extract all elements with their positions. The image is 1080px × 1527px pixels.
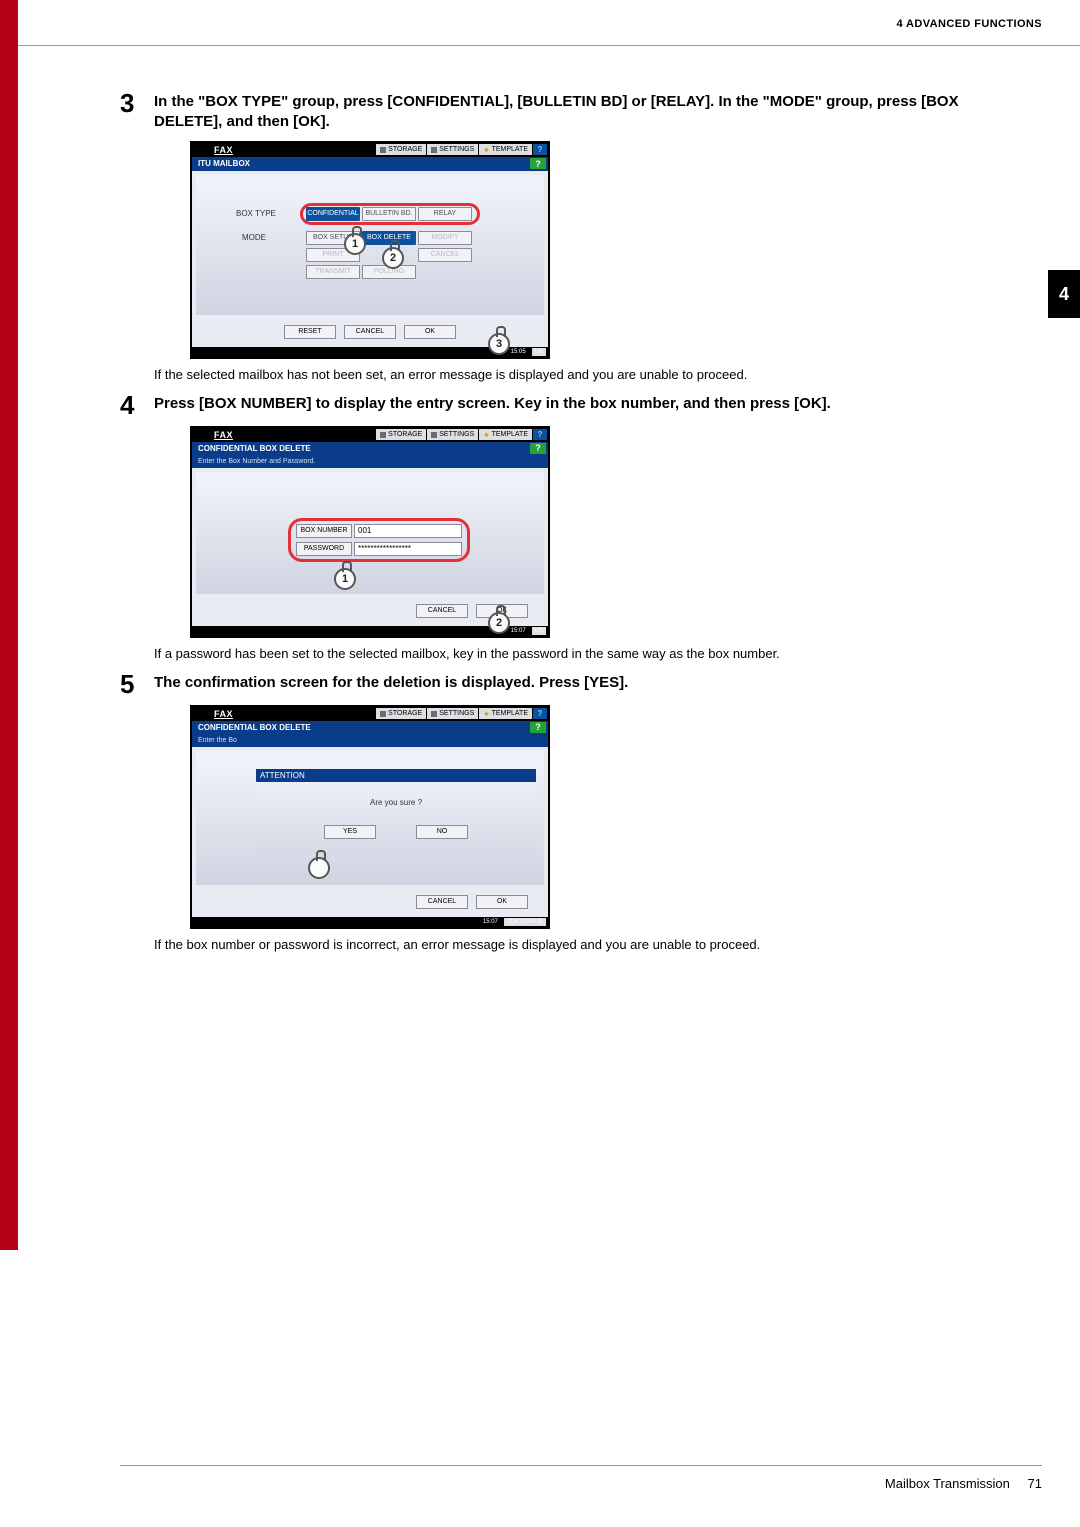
confidential-button[interactable]: CONFIDENTIAL: [306, 207, 360, 221]
step-number: 5: [120, 671, 154, 697]
footer-section: Mailbox Transmission: [885, 1476, 1010, 1491]
step-3: 3 In the "BOX TYPE" group, press [CONFID…: [120, 90, 1010, 133]
cancel-button[interactable]: CANCEL: [416, 895, 468, 909]
green-help-button[interactable]: ?: [530, 722, 546, 733]
settings-icon: [431, 147, 437, 153]
settings-button[interactable]: SETTINGS: [427, 144, 478, 155]
step-number: 4: [120, 392, 154, 418]
subtitle: ITU MAILBOX: [198, 159, 250, 168]
footer-time: 15:07: [511, 628, 526, 634]
transmit-button[interactable]: TRANSMIT: [306, 265, 360, 279]
step-title: The confirmation screen for the deletion…: [154, 671, 628, 693]
storage-icon: [380, 147, 386, 153]
star-icon: ★: [483, 710, 489, 718]
box-number-button[interactable]: BOX NUMBER: [296, 524, 352, 538]
footer-page: 71: [1028, 1476, 1042, 1491]
help-button[interactable]: ?: [533, 144, 547, 155]
screenshot-3: FAX STORAGE SETTINGS ★TEMPLATE ? CONFIDE…: [190, 705, 550, 929]
storage-button[interactable]: STORAGE: [376, 429, 426, 440]
step-4: 4 Press [BOX NUMBER] to display the entr…: [120, 392, 1010, 418]
step-number: 3: [120, 90, 154, 116]
chapter-tab: 4: [1048, 270, 1080, 318]
settings-icon: [431, 711, 437, 717]
marker-yes: [308, 857, 330, 879]
footer-time: 15:07: [483, 919, 498, 925]
top-buttons: STORAGE SETTINGS ★TEMPLATE ?: [376, 144, 548, 155]
star-icon: ★: [483, 146, 489, 154]
storage-button[interactable]: STORAGE: [376, 144, 426, 155]
cancel-button[interactable]: CANCEL: [344, 325, 396, 339]
settings-icon: [431, 432, 437, 438]
hint-bar: Enter the Bo: [192, 734, 548, 747]
subtitle: CONFIDENTIAL BOX DELETE: [198, 444, 311, 453]
storage-icon: [380, 432, 386, 438]
storage-icon: [380, 711, 386, 717]
cancel-mode-button[interactable]: CANCEL: [418, 248, 472, 262]
ok-button[interactable]: OK: [476, 895, 528, 909]
attention-dialog: Are you sure ? YES NO: [256, 782, 536, 855]
box-type-label: BOX TYPE: [236, 209, 276, 218]
green-help-button[interactable]: ?: [530, 158, 546, 169]
confirm-question: Are you sure ?: [370, 798, 422, 807]
password-field[interactable]: *****************: [354, 542, 462, 556]
attention-title: ATTENTION: [256, 769, 536, 782]
step-5: 5 The confirmation screen for the deleti…: [120, 671, 1010, 697]
modify-button[interactable]: MODIFY: [418, 231, 472, 245]
page-content: 3 In the "BOX TYPE" group, press [CONFID…: [120, 90, 1010, 962]
job-status-button[interactable]: JOB STATUS: [504, 918, 546, 926]
help-button[interactable]: ?: [533, 708, 547, 719]
screenshot-1: FAX STORAGE SETTINGS ★TEMPLATE ? ITU MAI…: [190, 141, 550, 359]
relay-button[interactable]: RELAY: [418, 207, 472, 221]
box-number-field[interactable]: 001: [354, 524, 462, 538]
fax-label: FAX: [192, 430, 233, 440]
marker-2: 2: [488, 612, 510, 634]
marker-2: 2: [382, 247, 404, 269]
step-3-note: If the selected mailbox has not been set…: [154, 367, 1010, 382]
bulletin-button[interactable]: BULLETIN BD.: [362, 207, 416, 221]
step-title: In the "BOX TYPE" group, press [CONFIDEN…: [154, 90, 1010, 133]
marker-1: 1: [334, 568, 356, 590]
hint-bar: Enter the Box Number and Password.: [192, 455, 548, 468]
template-button[interactable]: ★TEMPLATE: [479, 144, 532, 155]
template-button[interactable]: ★TEMPLATE: [479, 708, 532, 719]
footer-time: 15:05: [511, 349, 526, 355]
step-5-note: If the box number or password is incorre…: [154, 937, 1010, 952]
ok-button[interactable]: OK: [404, 325, 456, 339]
subtitle: CONFIDENTIAL BOX DELETE: [198, 723, 311, 732]
footer-us: US: [532, 627, 546, 635]
mode-label: MODE: [242, 233, 266, 242]
yes-button[interactable]: YES: [324, 825, 376, 839]
page-header: 4 ADVANCED FUNCTIONS: [18, 0, 1080, 46]
box-delete-button[interactable]: BOX DELETE: [362, 231, 416, 245]
help-button[interactable]: ?: [533, 429, 547, 440]
page-footer: Mailbox Transmission 71: [120, 1465, 1042, 1491]
header-title: 4 ADVANCED FUNCTIONS: [896, 18, 1042, 30]
screenshot-2: FAX STORAGE SETTINGS ★TEMPLATE ? CONFIDE…: [190, 426, 550, 638]
template-button[interactable]: ★TEMPLATE: [479, 429, 532, 440]
cancel-button[interactable]: CANCEL: [416, 604, 468, 618]
fax-label: FAX: [192, 145, 233, 155]
fax-label: FAX: [192, 709, 233, 719]
reset-button[interactable]: RESET: [284, 325, 336, 339]
footer-us: US: [532, 348, 546, 356]
step-title: Press [BOX NUMBER] to display the entry …: [154, 392, 831, 414]
step-4-note: If a password has been set to the select…: [154, 646, 1010, 661]
no-button[interactable]: NO: [416, 825, 468, 839]
green-help-button[interactable]: ?: [530, 443, 546, 454]
marker-3: 3: [488, 333, 510, 355]
red-margin-bar: [0, 0, 18, 1250]
marker-1: 1: [344, 233, 366, 255]
settings-button[interactable]: SETTINGS: [427, 708, 478, 719]
password-button[interactable]: PASSWORD: [296, 542, 352, 556]
settings-button[interactable]: SETTINGS: [427, 429, 478, 440]
star-icon: ★: [483, 431, 489, 439]
storage-button[interactable]: STORAGE: [376, 708, 426, 719]
